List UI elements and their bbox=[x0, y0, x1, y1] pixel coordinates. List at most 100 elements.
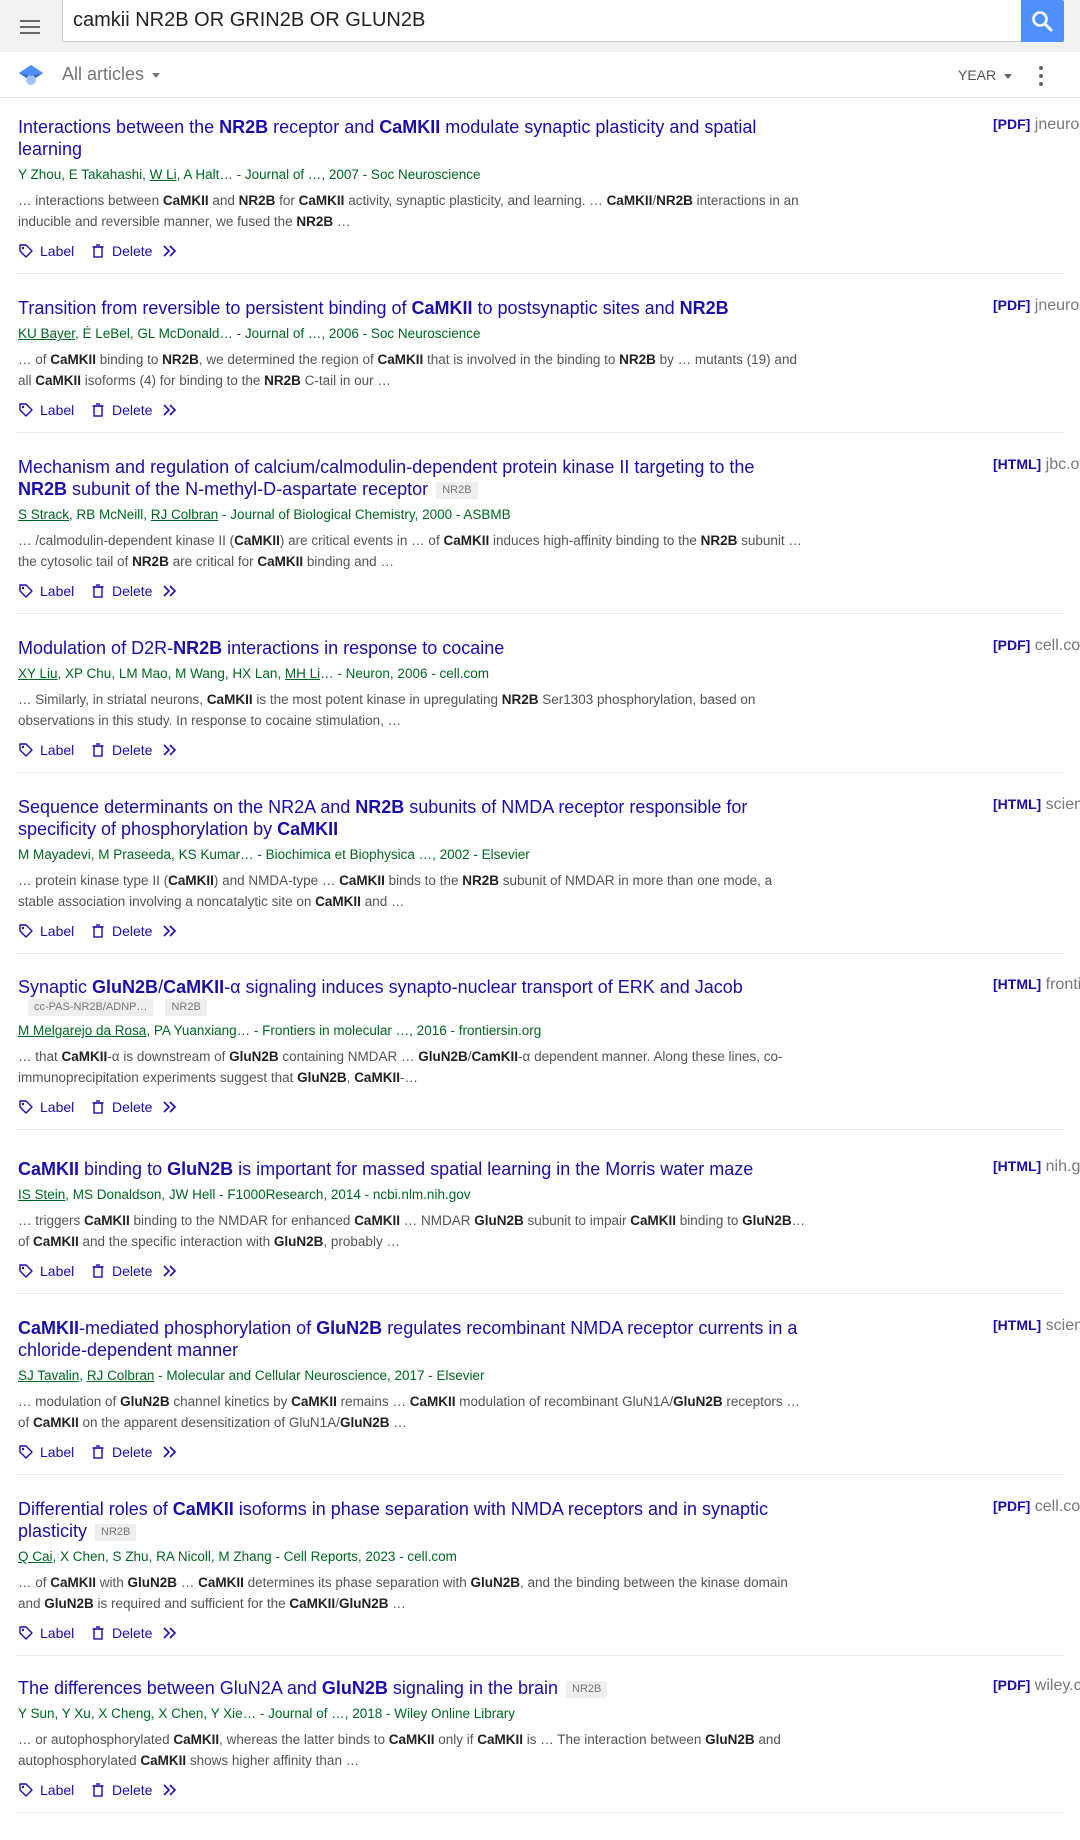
label-badge-row: cc-PAS-NR2B/ADNP… NR2B bbox=[28, 999, 219, 1017]
result-title[interactable]: Modulation of D2R-NR2B interactions in r… bbox=[18, 637, 808, 659]
file-domain: jbc.org bbox=[1045, 456, 1080, 473]
result-authors[interactable]: Y Zhou, E Takahashi, W Li, A Halt… - Jou… bbox=[18, 166, 481, 184]
trash-icon bbox=[92, 1626, 104, 1640]
result-divider bbox=[17, 613, 1063, 614]
label-badge: NR2B bbox=[95, 1524, 137, 1541]
delete-button-text: Delete bbox=[112, 1099, 153, 1115]
result-snippet: … of CaMKII with GluN2B … CaMKII determi… bbox=[18, 1575, 788, 1611]
file-link[interactable]: [PDF] wiley.com bbox=[993, 1677, 1080, 1695]
file-link[interactable]: [HTML] nih.gov bbox=[993, 1158, 1080, 1176]
result-divider bbox=[17, 432, 1063, 433]
delete-button-text: Delete bbox=[112, 923, 153, 939]
trash-icon bbox=[92, 1445, 104, 1459]
result-authors[interactable]: KU Bayer, É LeBel, GL McDonald… - Journa… bbox=[18, 325, 480, 343]
tag-icon bbox=[19, 403, 33, 417]
result-title[interactable]: Transition from reversible to persistent… bbox=[18, 297, 808, 319]
result-title[interactable]: The differences between GluN2A and GluN2… bbox=[18, 1677, 808, 1699]
year-label: YEAR bbox=[958, 67, 997, 83]
trash-icon bbox=[92, 403, 104, 417]
result-authors[interactable]: SJ Tavalin, RJ Colbran - Molecular and C… bbox=[18, 1367, 485, 1385]
all-articles-dropdown[interactable]: All articles bbox=[62, 64, 161, 85]
tag-icon bbox=[19, 1626, 33, 1640]
file-link[interactable]: [PDF] cell.com bbox=[993, 1498, 1080, 1516]
label-badge: NR2B bbox=[165, 999, 207, 1016]
result-authors[interactable]: M Melgarejo da Rosa, PA Yuanxiang… - Fro… bbox=[18, 1022, 541, 1040]
label-badge: cc-PAS-NR2B/ADNP… bbox=[28, 999, 154, 1016]
file-link[interactable]: [HTML] jbc.org bbox=[993, 456, 1080, 474]
label-button-text: Label bbox=[40, 583, 75, 599]
result-divider bbox=[17, 1812, 1063, 1813]
result-authors[interactable]: S Strack, RB McNeill, RJ Colbran - Journ… bbox=[18, 506, 511, 524]
result-snippet: … that CaMKII-α is downstream of GluN2B … bbox=[18, 1049, 783, 1085]
trash-icon bbox=[92, 1783, 104, 1797]
search-icon bbox=[1032, 11, 1053, 32]
search-box bbox=[62, 0, 1022, 42]
delete-button-text: Delete bbox=[112, 742, 153, 758]
hamburger-menu-icon[interactable] bbox=[14, 10, 46, 42]
label-button-text: Label bbox=[40, 923, 75, 939]
result-title[interactable]: CaMKII binding to GluN2B is important fo… bbox=[18, 1158, 808, 1180]
result-authors[interactable]: M Mayadevi, M Praseeda, KS Kumar… - Bioc… bbox=[18, 846, 530, 864]
delete-button-text: Delete bbox=[112, 1444, 153, 1460]
label-button-text: Label bbox=[40, 1099, 75, 1115]
label-button-text: Label bbox=[40, 1625, 75, 1641]
more-actions-icon bbox=[163, 925, 177, 937]
top-bar bbox=[0, 0, 1080, 52]
result-authors[interactable]: Q Cai, X Chen, S Zhu, RA Nicoll, M Zhang… bbox=[18, 1548, 457, 1566]
label-button-text: Label bbox=[40, 1782, 75, 1798]
result-snippet: … triggers CaMKII binding to the NMDAR f… bbox=[18, 1213, 806, 1249]
trash-icon bbox=[92, 924, 104, 938]
result-authors[interactable]: Y Sun, Y Xu, X Cheng, X Chen, Y Xie… - J… bbox=[18, 1705, 515, 1723]
file-domain: sciencedirect.com bbox=[1045, 796, 1080, 813]
more-actions-icon bbox=[163, 744, 177, 756]
file-link[interactable]: [HTML] sciencedirect.com bbox=[993, 1317, 1080, 1335]
scholar-logo-icon[interactable] bbox=[18, 64, 44, 91]
file-link[interactable]: [PDF] cell.com bbox=[993, 637, 1080, 655]
file-domain: nih.gov bbox=[1045, 1158, 1080, 1175]
caret-down-icon bbox=[152, 72, 161, 78]
result-divider bbox=[17, 1293, 1063, 1294]
search-input[interactable] bbox=[63, 0, 1021, 41]
file-domain: sciencedirect.com bbox=[1045, 1317, 1080, 1334]
trash-icon bbox=[92, 743, 104, 757]
file-domain: wiley.com bbox=[1034, 1677, 1080, 1694]
result-title[interactable]: Sequence determinants on the NR2A and NR… bbox=[18, 796, 808, 840]
delete-button-text: Delete bbox=[112, 402, 153, 418]
result-title[interactable]: Synaptic GluN2B/CaMKII-α signaling induc… bbox=[18, 976, 808, 998]
label-button-text: Label bbox=[40, 742, 75, 758]
more-options-icon[interactable] bbox=[1034, 64, 1048, 88]
result-title[interactable]: Interactions between the NR2B receptor a… bbox=[18, 116, 808, 160]
file-domain: cell.com bbox=[1034, 1498, 1080, 1515]
trash-icon bbox=[92, 1264, 104, 1278]
search-button[interactable] bbox=[1021, 0, 1064, 42]
result-title[interactable]: Mechanism and regulation of calcium/calm… bbox=[18, 456, 808, 500]
file-type-tag: [PDF] bbox=[993, 1677, 1031, 1693]
year-dropdown[interactable]: YEAR bbox=[958, 67, 1013, 83]
file-domain: frontiersin.org bbox=[1045, 976, 1080, 993]
file-link[interactable]: [HTML] frontiersin.org bbox=[993, 976, 1080, 994]
file-domain: jneurosci.org bbox=[1034, 116, 1080, 133]
file-type-tag: [HTML] bbox=[993, 796, 1042, 812]
more-actions-icon bbox=[163, 1627, 177, 1639]
delete-button-text: Delete bbox=[112, 583, 153, 599]
file-type-tag: [PDF] bbox=[993, 637, 1031, 653]
delete-button-text: Delete bbox=[112, 1625, 153, 1641]
all-articles-label: All articles bbox=[62, 64, 145, 84]
result-authors[interactable]: IS Stein, MS Donaldson, JW Hell - F1000R… bbox=[18, 1186, 470, 1204]
more-actions-icon bbox=[163, 585, 177, 597]
file-link[interactable]: [PDF] jneurosci.org bbox=[993, 297, 1080, 315]
file-link[interactable]: [PDF] jneurosci.org bbox=[993, 116, 1080, 134]
file-link[interactable]: [HTML] sciencedirect.com bbox=[993, 796, 1080, 814]
result-title[interactable]: CaMKII-mediated phosphorylation of GluN2… bbox=[18, 1317, 808, 1361]
result-authors[interactable]: XY Liu, XP Chu, LM Mao, M Wang, HX Lan, … bbox=[18, 665, 489, 683]
tag-icon bbox=[19, 1264, 33, 1278]
result-divider bbox=[17, 1474, 1063, 1475]
trash-icon bbox=[92, 1100, 104, 1114]
filter-bar: All articles YEAR bbox=[0, 52, 1080, 98]
result-title[interactable]: Differential roles of CaMKII isoforms in… bbox=[18, 1498, 808, 1542]
label-button-text: Label bbox=[40, 1263, 75, 1279]
file-type-tag: [HTML] bbox=[993, 1158, 1042, 1174]
label-button-text: Label bbox=[40, 402, 75, 418]
tag-icon bbox=[19, 584, 33, 598]
tag-icon bbox=[19, 1783, 33, 1797]
